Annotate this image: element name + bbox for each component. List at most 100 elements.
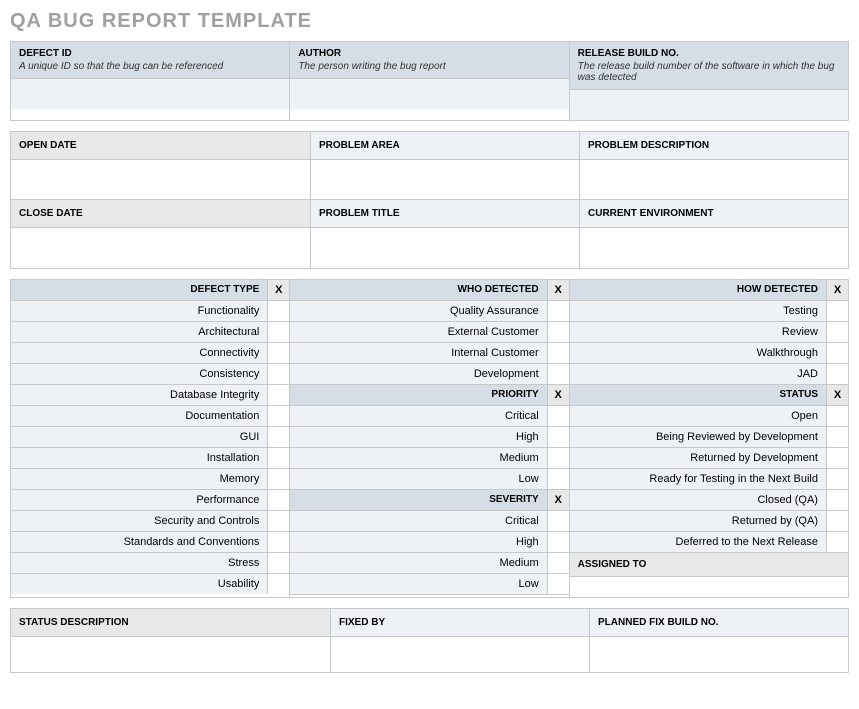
defect-type-7-checkbox[interactable] [267,448,289,468]
author-header: AUTHOR The person writing the bug report [290,42,568,79]
col3-g0-0-checkbox[interactable] [826,301,848,321]
release-build-input[interactable] [570,90,848,120]
fixed-by-input[interactable] [331,637,589,672]
col3-g1-6-checkbox[interactable] [826,532,848,552]
col3-g0-header: HOW DETECTED [570,280,826,300]
top-section: DEFECT ID A unique ID so that the bug ca… [10,41,849,121]
col3-g1-0-label: Open [570,406,826,426]
defect-type-4-checkbox[interactable] [267,385,289,405]
defect-type-9-checkbox[interactable] [267,490,289,510]
col2-g2-x-header: X [547,490,569,510]
col3-g1-1-checkbox[interactable] [826,427,848,447]
author-input[interactable] [290,79,568,109]
defect-type-9-label: Performance [11,490,267,510]
close-date-input[interactable] [11,228,311,268]
col2-spacer [290,595,568,597]
col3-g0-3-label: JAD [570,364,826,384]
col2-g0-0-checkbox[interactable] [547,301,569,321]
col3-g1-x-header: X [826,385,848,405]
defect-type-8-checkbox[interactable] [267,469,289,489]
release-build-header: RELEASE BUILD NO. The release build numb… [570,42,848,90]
defect-type-11-checkbox[interactable] [267,532,289,552]
col3-g1-4-label: Closed (QA) [570,490,826,510]
col3-g1-3-checkbox[interactable] [826,469,848,489]
author-label: AUTHOR [298,48,560,59]
col2-g0-1-label: External Customer [290,322,546,342]
defect-type-7-label: Installation [11,448,267,468]
col2-g2-3-checkbox[interactable] [547,574,569,594]
defect-id-input[interactable] [11,79,289,109]
problem-description-input[interactable] [580,160,848,200]
open-date-input[interactable] [11,160,311,200]
defect-type-12-checkbox[interactable] [267,553,289,573]
defect-type-5-checkbox[interactable] [267,406,289,426]
col2-g0-2-label: Internal Customer [290,343,546,363]
defect-type-12-label: Stress [11,553,267,573]
col3-g0-1-checkbox[interactable] [826,322,848,342]
problem-title-label: PROBLEM TITLE [311,200,580,228]
col3-g1-2-checkbox[interactable] [826,448,848,468]
col2-g2-0-label: Critical [290,511,546,531]
defect-type-6-checkbox[interactable] [267,427,289,447]
assigned-to-label: ASSIGNED TO [570,553,848,576]
col3-g0-x-header: X [826,280,848,300]
col2-g0-3-checkbox[interactable] [547,364,569,384]
defect-type-header: DEFECT TYPE [11,280,267,300]
defect-type-13-checkbox[interactable] [267,574,289,594]
col2-g0-1-checkbox[interactable] [547,322,569,342]
middle-column: WHO DETECTEDXQuality AssuranceExternal C… [289,280,568,597]
col3-g1-6-label: Deferred to the Next Release [570,532,826,552]
col2-g1-1-label: High [290,427,546,447]
problem-area-input[interactable] [311,160,580,200]
defect-type-3-label: Consistency [11,364,267,384]
release-build-label: RELEASE BUILD NO. [578,48,840,59]
defect-type-x-header: X [267,280,289,300]
col2-g2-2-checkbox[interactable] [547,553,569,573]
col2-g1-1-checkbox[interactable] [547,427,569,447]
defect-type-1-checkbox[interactable] [267,322,289,342]
problem-title-input[interactable] [311,228,580,268]
category-section: DEFECT TYPEXFunctionalityArchitecturalCo… [10,279,849,598]
col2-g1-0-checkbox[interactable] [547,406,569,426]
col2-g1-0-label: Critical [290,406,546,426]
right-column: HOW DETECTEDXTestingReviewWalkthroughJAD… [569,280,848,597]
defect-id-header: DEFECT ID A unique ID so that the bug ca… [11,42,289,79]
problem-description-label: PROBLEM DESCRIPTION [580,132,848,160]
col3-g0-2-checkbox[interactable] [826,343,848,363]
col3-g1-0-checkbox[interactable] [826,406,848,426]
assigned-to-input[interactable] [570,577,848,597]
current-environment-label: CURRENT ENVIRONMENT [580,200,848,228]
defect-type-2-label: Connectivity [11,343,267,363]
col2-g0-x-header: X [547,280,569,300]
col3-g0-1-label: Review [570,322,826,342]
col2-g0-header: WHO DETECTED [290,280,546,300]
defect-type-11-label: Standards and Conventions [11,532,267,552]
col3-g1-4-checkbox[interactable] [826,490,848,510]
col2-g1-2-label: Medium [290,448,546,468]
col3-g1-3-label: Ready for Testing in the Next Build [570,469,826,489]
defect-type-6-label: GUI [11,427,267,447]
defect-type-3-checkbox[interactable] [267,364,289,384]
col2-g1-x-header: X [547,385,569,405]
problem-area-label: PROBLEM AREA [311,132,580,160]
current-environment-input[interactable] [580,228,848,268]
planned-fix-build-input[interactable] [590,637,848,672]
status-description-input[interactable] [11,637,330,672]
close-date-label: CLOSE DATE [11,200,311,228]
fixed-by-label: FIXED BY [331,609,589,637]
col2-g1-3-checkbox[interactable] [547,469,569,489]
col2-g2-0-checkbox[interactable] [547,511,569,531]
status-description-label: STATUS DESCRIPTION [11,609,330,637]
col2-g2-1-checkbox[interactable] [547,532,569,552]
defect-type-10-checkbox[interactable] [267,511,289,531]
col2-g2-2-label: Medium [290,553,546,573]
open-date-label: OPEN DATE [11,132,311,160]
defect-type-2-checkbox[interactable] [267,343,289,363]
col3-g1-2-label: Returned by Development [570,448,826,468]
col2-g1-2-checkbox[interactable] [547,448,569,468]
defect-type-0-checkbox[interactable] [267,301,289,321]
col3-g1-header: STATUS [570,385,826,405]
col3-g1-5-checkbox[interactable] [826,511,848,531]
col2-g0-2-checkbox[interactable] [547,343,569,363]
col3-g0-3-checkbox[interactable] [826,364,848,384]
